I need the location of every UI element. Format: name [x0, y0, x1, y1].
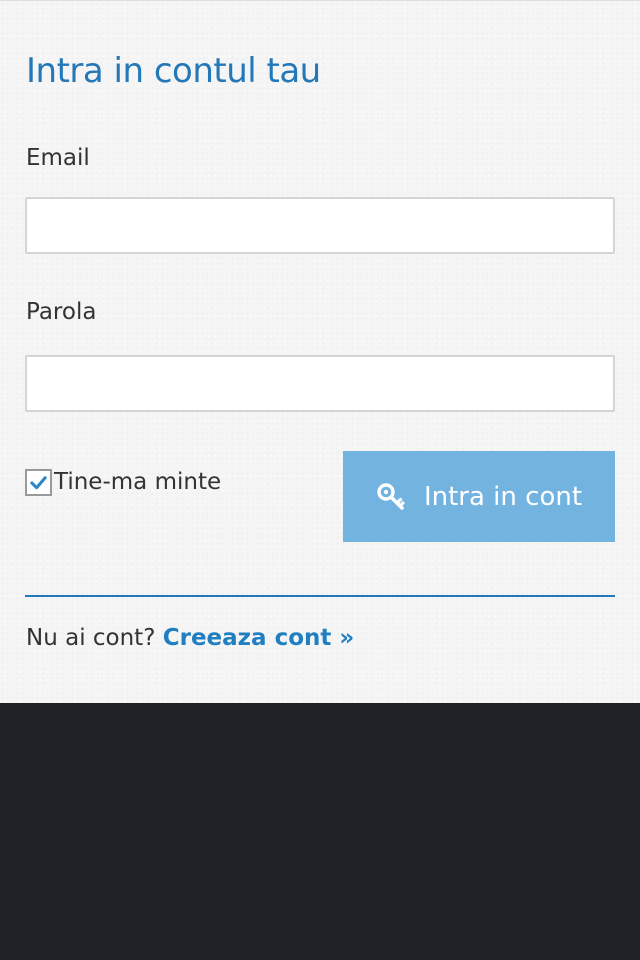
password-field[interactable] [25, 355, 615, 412]
email-field[interactable] [25, 197, 615, 254]
remember-me-label: Tine-ma minte [54, 469, 222, 495]
divider [25, 595, 615, 597]
page-title: Intra in contul tau [26, 51, 321, 91]
key-icon [376, 482, 406, 512]
create-account-link[interactable]: Creeaza cont » [163, 625, 355, 651]
checkmark-icon [30, 476, 47, 490]
login-button-label: Intra in cont [423, 481, 583, 512]
login-button[interactable]: Intra in cont [343, 451, 615, 542]
signup-row: Nu ai cont? Creeaza cont » [26, 625, 354, 651]
footer-area [0, 703, 640, 960]
remember-me[interactable]: Tine-ma minte [25, 469, 221, 496]
remember-me-checkbox[interactable] [25, 469, 52, 496]
signup-prompt: Nu ai cont? [26, 625, 163, 651]
login-panel: Intra in contul tau Email Parola Tine-ma… [0, 0, 640, 703]
email-label: Email [26, 145, 90, 171]
password-label: Parola [26, 299, 97, 325]
